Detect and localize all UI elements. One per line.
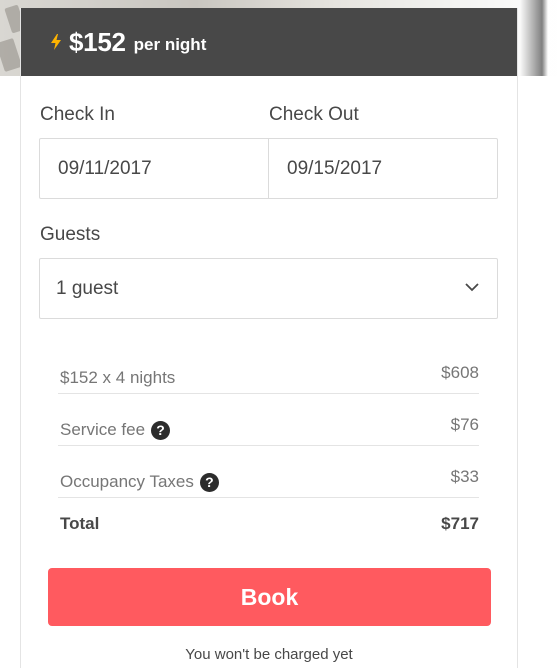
guests-selected-value: 1 guest	[56, 277, 119, 299]
nightly-rate-label: $152 x 4 nights	[60, 368, 175, 388]
occupancy-taxes-row: Occupancy Taxes ? $33	[58, 446, 479, 498]
nightly-rate-text: $152 x 4 nights	[60, 368, 176, 387]
service-fee-value: $76	[450, 415, 479, 434]
guests-select[interactable]: 1 guest	[39, 258, 498, 319]
service-fee-label: Service fee ?	[60, 420, 171, 440]
guests-label: Guests	[40, 224, 101, 245]
question-mark-icon[interactable]: ?	[151, 420, 171, 440]
nightly-rate-row: $152 x 4 nights $608	[58, 342, 479, 394]
total-value: $717	[441, 514, 479, 533]
book-button[interactable]: Book	[48, 568, 491, 626]
service-fee-row: Service fee ? $76	[58, 394, 479, 446]
total-label: Total	[60, 514, 100, 533]
photo-detail	[0, 37, 23, 73]
check-out-label: Check Out	[269, 104, 359, 125]
chevron-down-icon	[465, 283, 479, 292]
check-out-input[interactable]: 09/15/2017	[268, 139, 497, 198]
nightly-rate-value: $608	[441, 363, 479, 382]
check-in-input[interactable]: 09/11/2017	[40, 139, 268, 198]
total-row: Total $717	[58, 498, 479, 549]
service-fee-text: Service fee	[60, 420, 146, 439]
date-range-picker: 09/11/2017 09/15/2017	[39, 138, 498, 199]
question-mark-icon[interactable]: ?	[199, 472, 219, 492]
no-charge-note: You won't be charged yet	[185, 646, 353, 663]
booking-form: Check In Check Out 09/11/2017 09/15/2017…	[20, 8, 518, 663]
check-in-label: Check In	[40, 104, 115, 125]
photo-detail	[520, 0, 560, 76]
occupancy-taxes-value: $33	[450, 467, 479, 486]
price-breakdown: $152 x 4 nights $608 Service fee ? $76 O…	[58, 342, 479, 549]
occupancy-taxes-text: Occupancy Taxes	[60, 472, 194, 491]
occupancy-taxes-label: Occupancy Taxes ?	[60, 472, 219, 492]
